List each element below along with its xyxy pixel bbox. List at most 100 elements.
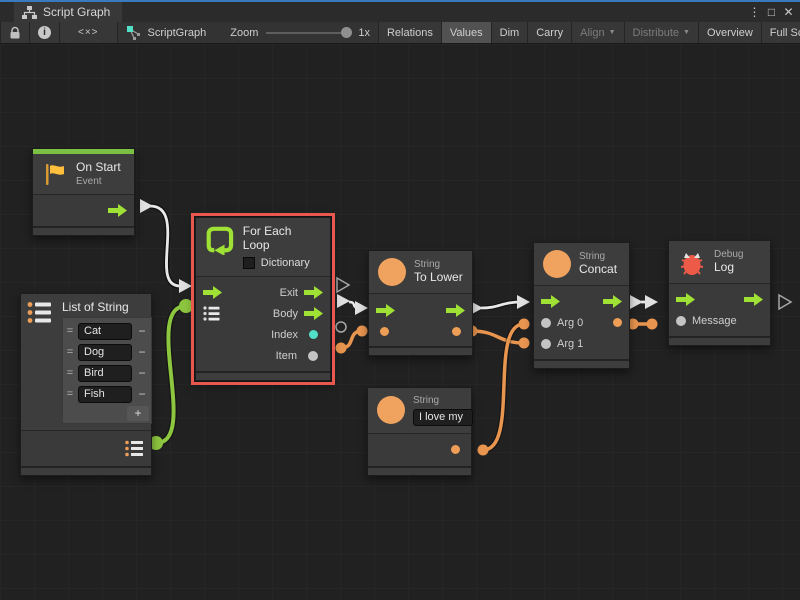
string-type-icon	[543, 250, 571, 278]
tab-title: Script Graph	[43, 5, 110, 19]
wire-literal-arg0[interactable]	[478, 319, 530, 456]
drag-handle-icon[interactable]: =	[65, 367, 75, 379]
exit-output-port[interactable]	[603, 295, 622, 308]
graph-canvas[interactable]: On Start Event List of String	[0, 44, 800, 600]
lock-button[interactable]	[0, 22, 30, 43]
node-string-literal[interactable]: String	[367, 387, 472, 476]
node-category: String	[413, 395, 473, 407]
dictionary-label: Dictionary	[261, 257, 310, 270]
relations-button[interactable]: Relations	[378, 22, 442, 43]
list-item-input-3[interactable]	[78, 386, 132, 403]
wire-tolower-concat[interactable]	[470, 295, 530, 315]
value-output-port[interactable]	[451, 445, 460, 454]
node-footer	[21, 466, 151, 475]
wire-concat-message[interactable]	[628, 319, 658, 330]
carry-label: Carry	[536, 27, 563, 39]
remove-item-button[interactable]: −	[135, 324, 149, 338]
node-string-concat[interactable]: String Concat Arg 0 A	[533, 242, 630, 369]
wire-onstart-foreach[interactable]	[140, 199, 192, 293]
string-input-port[interactable]	[380, 327, 389, 336]
arg0-input-port[interactable]	[541, 318, 551, 328]
result-output-port[interactable]	[613, 318, 622, 327]
remove-item-button[interactable]: −	[135, 366, 149, 380]
list-item-input-2[interactable]	[78, 365, 132, 382]
index-output-port[interactable]	[309, 330, 318, 339]
message-port-label: Message	[692, 315, 737, 327]
dictionary-checkbox[interactable]	[243, 257, 255, 269]
align-button[interactable]: Align ▼	[572, 22, 624, 43]
exit-output-port[interactable]	[446, 304, 465, 317]
tab-script-graph[interactable]: Script Graph	[14, 2, 122, 22]
breadcrumb[interactable]: ScriptGraph	[148, 27, 207, 39]
remove-item-button[interactable]: −	[135, 387, 149, 401]
remove-item-button[interactable]: −	[135, 345, 149, 359]
info-icon: i	[38, 26, 51, 39]
inspect-button[interactable]: i	[30, 22, 60, 43]
body-output-port[interactable]	[304, 307, 323, 320]
node-for-each-loop[interactable]: For Each Loop Dictionary Exit	[195, 217, 331, 381]
add-item-button[interactable]: +	[127, 406, 149, 421]
enter-input-port[interactable]	[203, 286, 222, 299]
list-input-port[interactable]	[203, 306, 221, 321]
node-title: For Each Loop	[243, 225, 321, 253]
node-footer	[196, 371, 330, 380]
lock-icon	[9, 26, 21, 40]
node-list-of-string[interactable]: List of String = − = − = −	[20, 293, 152, 476]
code-toggle-button[interactable]: <×>	[60, 22, 118, 43]
item-output-port[interactable]	[308, 351, 318, 361]
node-title: Concat	[579, 263, 617, 277]
wire-body-tolower[interactable]	[337, 294, 368, 315]
arg1-input-port[interactable]	[541, 339, 551, 349]
code-toggle-label: <×>	[78, 27, 99, 38]
enter-input-port[interactable]	[541, 295, 560, 308]
wire-item-tolower[interactable]	[336, 326, 368, 354]
trigger-output-port[interactable]	[108, 204, 127, 217]
message-input-port[interactable]	[676, 316, 686, 326]
enter-input-port[interactable]	[676, 293, 695, 306]
node-debug-log[interactable]: Debug Log Message	[668, 240, 771, 346]
string-value-input[interactable]	[413, 409, 473, 426]
distribute-button[interactable]: Distribute ▼	[625, 22, 699, 43]
list-editor: = − = − = − = −	[62, 317, 152, 424]
node-footer	[368, 466, 471, 475]
wire-tolower-arg1[interactable]	[467, 326, 530, 349]
align-label: Align	[580, 27, 604, 39]
window-titlebar: Script Graph ⋮ □ ✕	[0, 0, 800, 22]
node-string-to-lower[interactable]: String To Lower	[368, 250, 473, 356]
relations-label: Relations	[387, 27, 433, 39]
list-item-input-1[interactable]	[78, 344, 132, 361]
drag-handle-icon[interactable]: =	[65, 388, 75, 400]
node-on-start[interactable]: On Start Event	[32, 148, 135, 236]
string-type-icon	[377, 396, 405, 424]
exit-output-port[interactable]	[744, 293, 763, 306]
window-close-button[interactable]: ✕	[781, 5, 796, 19]
list-item-input-0[interactable]	[78, 323, 132, 340]
dim-button[interactable]: Dim	[492, 22, 529, 43]
fullscreen-button[interactable]: Full Screen	[762, 22, 800, 43]
wire-list-foreach[interactable]	[149, 299, 193, 450]
list-output-port[interactable]	[125, 440, 144, 457]
hierarchy-icon	[22, 6, 37, 19]
wire-concat-debug[interactable]	[630, 295, 658, 309]
list-item-row: = −	[65, 342, 149, 362]
body-port-label: Body	[273, 308, 298, 320]
overview-button[interactable]: Overview	[699, 22, 762, 43]
exit-unconnected-indicator	[337, 278, 349, 292]
distribute-label: Distribute	[633, 27, 679, 39]
window-maximize-button[interactable]: □	[764, 5, 779, 19]
carry-button[interactable]: Carry	[528, 22, 572, 43]
drag-handle-icon[interactable]: =	[65, 325, 75, 337]
enter-input-port[interactable]	[376, 304, 395, 317]
drag-handle-icon[interactable]: =	[65, 346, 75, 358]
values-button[interactable]: Values	[442, 22, 492, 43]
window-menu-button[interactable]: ⋮	[747, 5, 762, 19]
graph-toolbar: i <×> ScriptGraph Zoom 1x Relations Valu…	[0, 22, 800, 44]
bug-icon	[678, 248, 706, 276]
graph-breadcrumb-icon	[126, 25, 142, 41]
result-output-port[interactable]	[452, 327, 461, 336]
arg0-port-label: Arg 0	[557, 317, 583, 329]
list-item-row: = −	[65, 384, 149, 404]
zoom-slider[interactable]	[266, 32, 350, 34]
zoom-slider-handle[interactable]	[341, 27, 352, 38]
exit-output-port[interactable]	[304, 286, 323, 299]
